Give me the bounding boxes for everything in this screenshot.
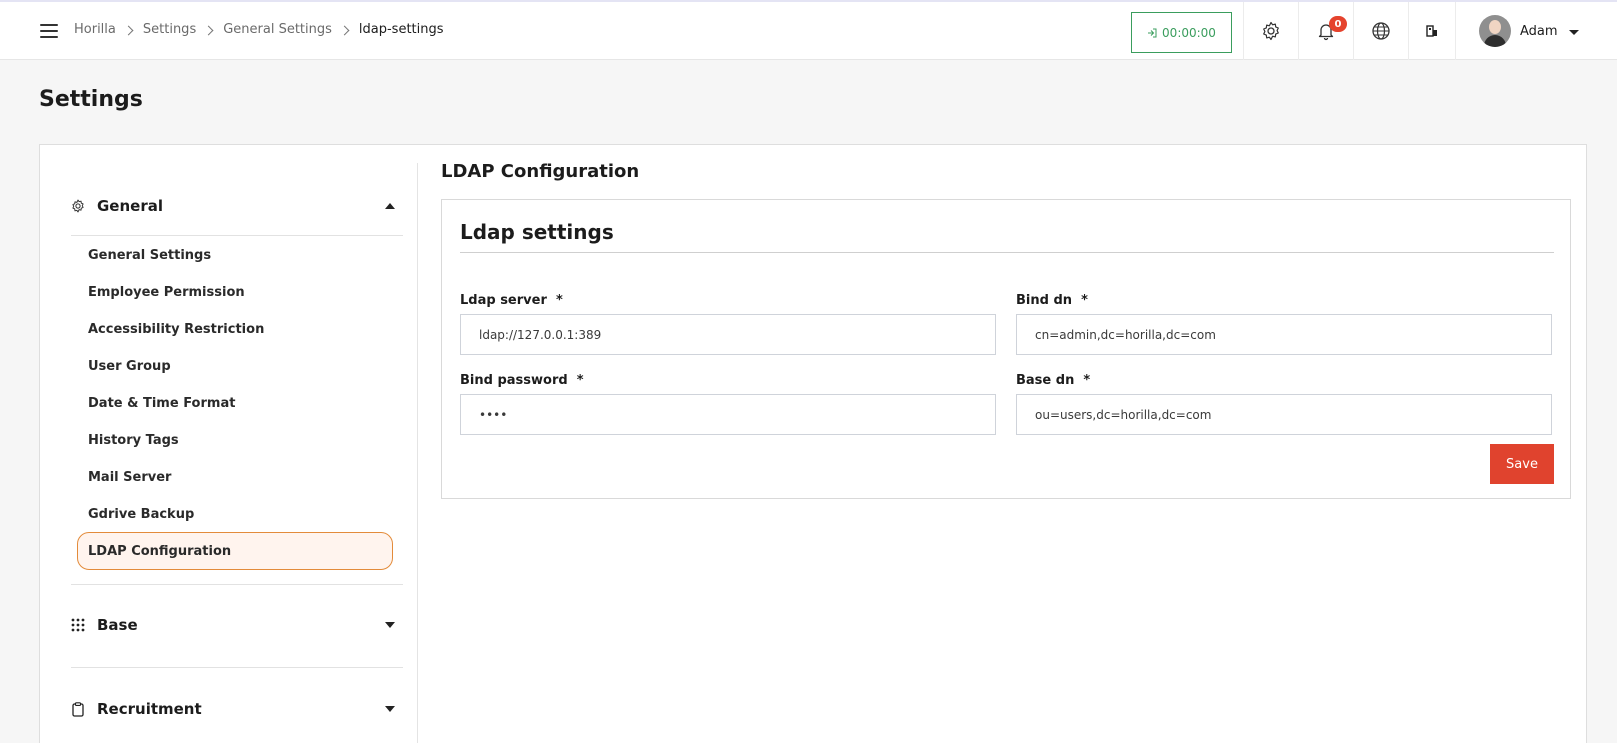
sidebar-group-recruitment[interactable]: Recruitment [71, 700, 401, 718]
company-switch-button[interactable] [1408, 2, 1455, 60]
sidebar-item-gdrive-backup[interactable]: Gdrive Backup [78, 495, 402, 533]
sidebar-item-employee-permission[interactable]: Employee Permission [78, 273, 402, 311]
breadcrumb-chevron-icon [339, 25, 350, 36]
grid-icon [71, 618, 85, 632]
sidebar-group-base[interactable]: Base [71, 616, 401, 634]
breadcrumb-chevron-icon [203, 25, 214, 36]
breadcrumb-settings[interactable]: Settings [143, 22, 196, 37]
user-name: Adam [1520, 23, 1558, 39]
avatar [1479, 15, 1511, 47]
gear-icon [72, 199, 84, 213]
divider [460, 252, 1554, 253]
sidebar-group-label: Base [97, 616, 138, 634]
breadcrumb-chevron-icon [123, 25, 134, 36]
sidebar-group-label: Recruitment [97, 700, 202, 718]
timer-value: 00:00:00 [1162, 25, 1216, 40]
bind-dn-label: Bind dn * [1016, 293, 1088, 308]
divider [71, 667, 403, 668]
chevron-down-icon [1568, 29, 1579, 35]
breadcrumb-current: ldap-settings [358, 22, 444, 37]
ldap-server-input[interactable] [460, 314, 996, 355]
ldap-settings-card: Ldap settings Ldap server * Bind dn * Bi… [441, 199, 1571, 499]
check-in-icon [1148, 28, 1157, 37]
breadcrumb: Horilla Settings General Settings ldap-s… [74, 22, 444, 37]
bind-dn-input[interactable] [1016, 314, 1552, 355]
notifications-button[interactable]: 0 [1298, 2, 1353, 60]
clipboard-icon [72, 701, 84, 717]
bind-password-input[interactable] [460, 394, 996, 435]
breadcrumb-general-settings[interactable]: General Settings [223, 22, 332, 37]
breadcrumb-home[interactable]: Horilla [74, 22, 116, 37]
settings-button[interactable] [1243, 2, 1298, 60]
building-icon [1426, 25, 1437, 37]
user-menu[interactable]: Adam [1455, 2, 1617, 60]
top-navbar: Horilla Settings General Settings ldap-s… [0, 0, 1617, 60]
settings-panel: General General Settings Employee Permis… [39, 144, 1587, 743]
page-title: Settings [39, 87, 143, 112]
notification-count-badge: 0 [1329, 16, 1347, 32]
save-button[interactable]: Save [1490, 444, 1554, 484]
globe-icon [1372, 22, 1390, 40]
base-dn-label: Base dn * [1016, 373, 1091, 388]
section-title: LDAP Configuration [441, 161, 640, 182]
sidebar-item-ldap-configuration[interactable]: LDAP Configuration [77, 532, 393, 570]
language-button[interactable] [1353, 2, 1408, 60]
sidebar-item-accessibility-restriction[interactable]: Accessibility Restriction [78, 310, 402, 348]
sidebar-group-label: General [97, 197, 163, 215]
sidebar-item-user-group[interactable]: User Group [78, 347, 402, 385]
sidebar-item-general-settings[interactable]: General Settings [78, 236, 402, 274]
chevron-down-icon [385, 622, 395, 628]
sidebar-item-history-tags[interactable]: History Tags [78, 421, 402, 459]
chevron-down-icon [385, 706, 395, 712]
card-title: Ldap settings [460, 220, 614, 244]
sidebar-group-general[interactable]: General [71, 197, 401, 215]
sidebar-item-mail-server[interactable]: Mail Server [78, 458, 402, 496]
bind-password-label: Bind password * [460, 373, 584, 388]
sidebar-item-date-time-format[interactable]: Date & Time Format [78, 384, 402, 422]
ldap-server-label: Ldap server * [460, 293, 563, 308]
gear-icon [1263, 21, 1279, 41]
divider [71, 584, 403, 585]
settings-sidebar: General General Settings Employee Permis… [40, 163, 418, 743]
menu-toggle-icon[interactable] [40, 24, 58, 38]
attendance-timer-button[interactable]: 00:00:00 [1131, 12, 1232, 53]
chevron-up-icon [385, 203, 395, 209]
base-dn-input[interactable] [1016, 394, 1552, 435]
